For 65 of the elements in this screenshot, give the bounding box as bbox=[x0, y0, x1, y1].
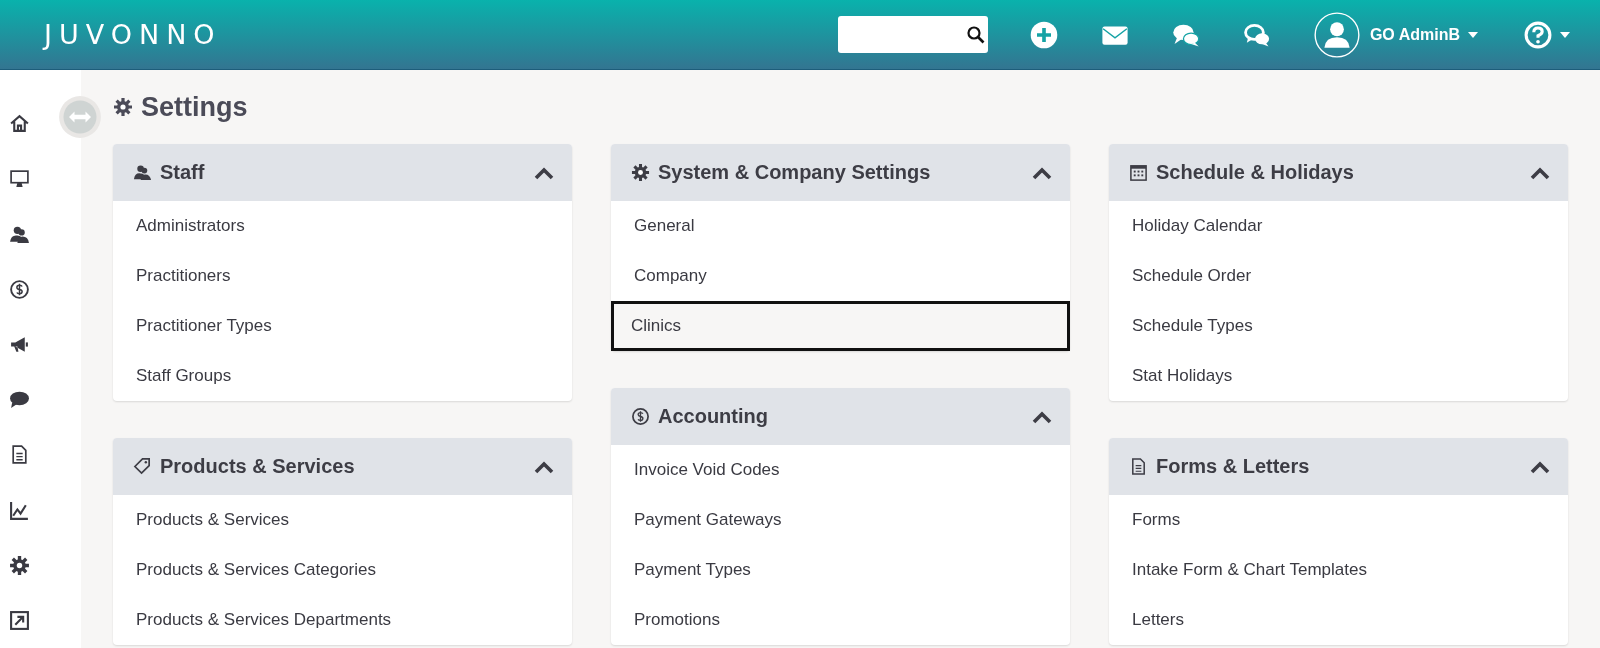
card-header[interactable]: Schedule & Holidays bbox=[1109, 144, 1568, 201]
calendar-icon bbox=[1129, 163, 1148, 182]
settings-link[interactable]: General bbox=[611, 201, 1070, 251]
settings-link[interactable]: Schedule Order bbox=[1109, 251, 1568, 301]
dollar-icon bbox=[631, 407, 650, 426]
speech-bubble-icon bbox=[9, 389, 30, 411]
chevron-icon[interactable] bbox=[1032, 409, 1052, 424]
people-icon bbox=[133, 163, 152, 182]
user-menu-button[interactable]: GO AdminB bbox=[1359, 25, 1468, 44]
card-title: Staff bbox=[160, 161, 206, 184]
card-header[interactable]: Accounting bbox=[611, 388, 1070, 445]
card-header[interactable]: System & Company Settings bbox=[611, 144, 1070, 201]
card-title: Forms & Letters bbox=[1156, 455, 1311, 478]
card-header[interactable]: Forms & Letters bbox=[1109, 438, 1568, 495]
home-icon bbox=[9, 113, 30, 135]
settings-link[interactable]: Clinics bbox=[611, 301, 1070, 351]
collapse-toggle-icon[interactable] bbox=[58, 95, 102, 139]
help-icon[interactable] bbox=[1524, 20, 1552, 49]
settings-link[interactable]: Administrators bbox=[113, 201, 572, 251]
settings-link[interactable]: Intake Form & Chart Templates bbox=[1109, 545, 1568, 595]
card-header[interactable]: Staff bbox=[113, 144, 572, 201]
settings-link[interactable]: Holiday Calendar bbox=[1109, 201, 1568, 251]
settings-link[interactable]: Practitioner Types bbox=[113, 301, 572, 351]
card-title: Schedule & Holidays bbox=[1156, 161, 1355, 184]
chevron-icon[interactable] bbox=[534, 165, 554, 180]
card-title: Accounting bbox=[658, 405, 769, 428]
gear-icon bbox=[113, 97, 133, 117]
monitor-icon bbox=[9, 168, 30, 190]
card-title: Products & Services bbox=[160, 455, 356, 478]
plus-icon[interactable] bbox=[1029, 20, 1058, 49]
document-icon bbox=[1129, 457, 1148, 476]
dollar-icon bbox=[9, 278, 30, 300]
settings-link[interactable]: Stat Holidays bbox=[1109, 351, 1568, 401]
settings-link[interactable]: Schedule Types bbox=[1109, 301, 1568, 351]
page-title: Settings bbox=[141, 91, 248, 123]
settings-link[interactable]: Products & Services Categories bbox=[113, 545, 572, 595]
settings-link[interactable]: Products & Services bbox=[113, 495, 572, 545]
settings-link[interactable]: Payment Gateways bbox=[611, 495, 1070, 545]
chevron-icon[interactable] bbox=[534, 459, 554, 474]
settings-link[interactable]: Payment Types bbox=[611, 545, 1070, 595]
settings-link[interactable]: Forms bbox=[1109, 495, 1568, 545]
gear-icon bbox=[631, 163, 650, 182]
settings-link[interactable]: Invoice Void Codes bbox=[611, 445, 1070, 495]
caret-icon[interactable] bbox=[1560, 31, 1570, 38]
gear-icon bbox=[9, 554, 30, 576]
search-icon bbox=[965, 24, 986, 45]
line-chart-icon bbox=[9, 499, 30, 521]
chevron-icon[interactable] bbox=[1530, 165, 1550, 180]
document-icon bbox=[9, 444, 30, 466]
settings-link[interactable]: Promotions bbox=[611, 595, 1070, 645]
settings-link[interactable]: Letters bbox=[1109, 595, 1568, 645]
card-header[interactable]: Products & Services bbox=[113, 438, 572, 495]
caret-icon[interactable] bbox=[1468, 31, 1478, 38]
logo[interactable]: JUVONNO bbox=[44, 19, 222, 50]
external-link-icon bbox=[9, 609, 30, 631]
settings-link[interactable]: Practitioners bbox=[113, 251, 572, 301]
search-field[interactable] bbox=[837, 16, 988, 53]
settings-link[interactable]: Products & Services Departments bbox=[113, 595, 572, 645]
chevron-icon[interactable] bbox=[1032, 165, 1052, 180]
settings-link[interactable]: Staff Groups bbox=[113, 351, 572, 401]
tag-icon bbox=[133, 457, 152, 476]
chevron-icon[interactable] bbox=[1530, 459, 1550, 474]
settings-link[interactable]: Company bbox=[611, 251, 1070, 301]
avatar-icon[interactable] bbox=[1313, 11, 1360, 58]
card-title: System & Company Settings bbox=[658, 161, 932, 184]
